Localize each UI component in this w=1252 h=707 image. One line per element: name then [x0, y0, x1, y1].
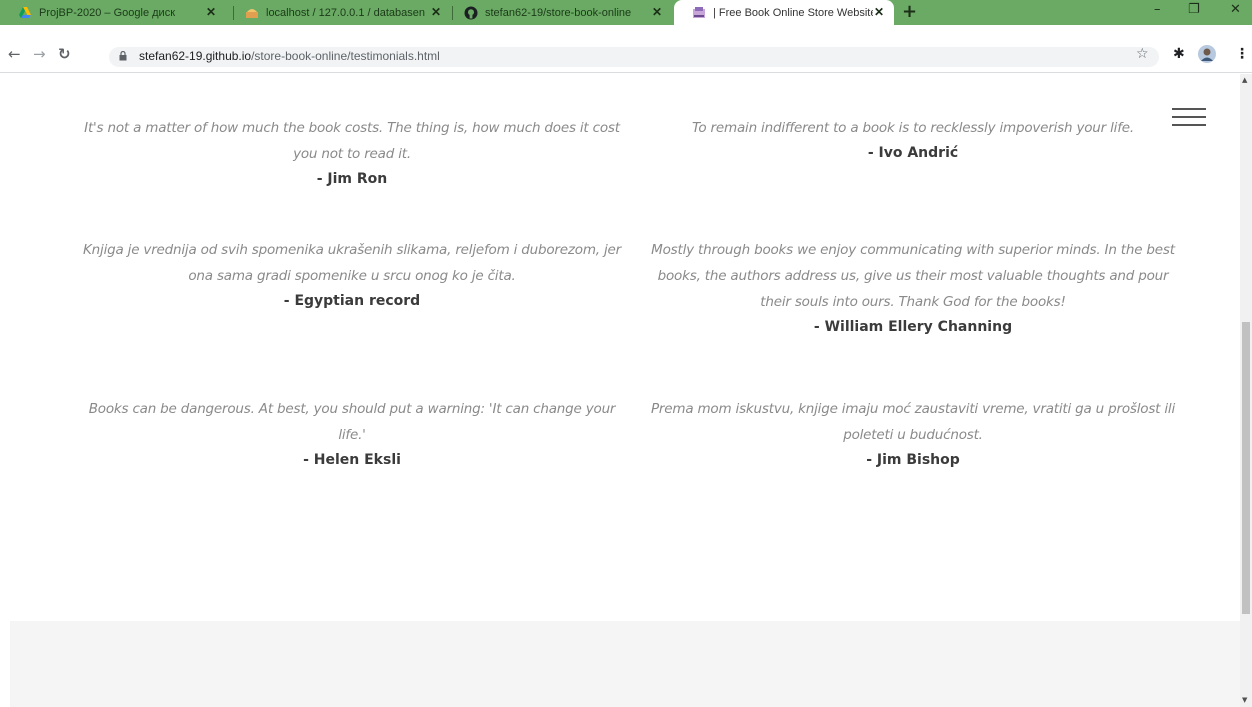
testimonial-author: - Egyptian record: [283, 293, 421, 309]
testimonial-author: - William Ellery Channing: [813, 319, 1013, 335]
scroll-up-arrow-icon[interactable]: ▲: [1242, 76, 1247, 84]
tab-title: ProjBP-2020 – Google диск: [39, 6, 176, 19]
tab-book-store-active[interactable]: | Free Book Online Store Website ✕: [674, 0, 894, 25]
github-icon: [464, 6, 478, 19]
testimonial-card: To remain indifferent to a book is to re…: [643, 115, 1183, 165]
tab-github[interactable]: stefan62-19/store-book-online ✕: [446, 0, 672, 25]
testimonial-card: It's not a matter of how much the book c…: [82, 115, 622, 191]
google-drive-icon: [19, 6, 31, 18]
testimonial-text: It's not a matter of how much the book c…: [84, 120, 620, 162]
testimonial-author: - Jim Ron: [316, 171, 388, 187]
phpmyadmin-icon: [246, 8, 258, 18]
tab-google-drive[interactable]: ProjBP-2020 – Google диск ✕: [0, 0, 226, 25]
testimonial-text: Mostly through books we enjoy communicat…: [651, 242, 1175, 310]
tab-close-icon[interactable]: ✕: [429, 5, 443, 19]
testimonial-text: Books can be dangerous. At best, you sho…: [88, 401, 616, 443]
maximize-button[interactable]: ❐: [1188, 2, 1200, 17]
reload-icon[interactable]: ↻: [58, 45, 71, 63]
testimonial-author: - Ivo Andrić: [867, 145, 959, 161]
testimonial-text: Prema mom iskustvu, knjige imaju moć zau…: [650, 401, 1176, 443]
bookmark-star-icon[interactable]: ☆: [1136, 46, 1149, 62]
url-path: /store-book-online/testimonials.html: [251, 49, 440, 63]
back-arrow-icon[interactable]: ←: [8, 45, 21, 63]
tab-title: stefan62-19/store-book-online: [485, 6, 632, 19]
scrollbar-thumb[interactable]: [1242, 322, 1250, 614]
scroll-down-arrow-icon[interactable]: ▼: [1242, 696, 1247, 704]
new-tab-button[interactable]: +: [902, 1, 917, 22]
extensions-puzzle-icon[interactable]: ✱: [1173, 46, 1185, 62]
testimonial-author: - Jim Bishop: [866, 452, 960, 468]
site-favicon-icon: [693, 6, 705, 18]
testimonial-card: Prema mom iskustvu, knjige imaju moć zau…: [643, 396, 1183, 472]
testimonial-text: To remain indifferent to a book is to re…: [692, 120, 1134, 136]
url-text[interactable]: stefan62-19.github.io/store-book-online/…: [139, 49, 440, 63]
close-window-button[interactable]: ✕: [1230, 2, 1241, 17]
page-footer: [10, 621, 1240, 707]
tab-phpmyadmin[interactable]: localhost / 127.0.0.1 / databasen ✕: [227, 0, 451, 25]
browser-tab-strip: ProjBP-2020 – Google диск ✕ localhost / …: [0, 0, 1252, 25]
minimize-button[interactable]: –: [1154, 2, 1161, 17]
forward-arrow-icon[interactable]: →: [33, 45, 46, 63]
lock-icon[interactable]: [119, 51, 127, 61]
testimonial-card: Mostly through books we enjoy communicat…: [643, 237, 1183, 339]
testimonial-author: - Helen Eksli: [303, 452, 401, 468]
testimonial-card: Knjiga je vrednija od svih spomenika ukr…: [82, 237, 622, 313]
profile-avatar[interactable]: [1198, 45, 1216, 63]
tab-close-icon[interactable]: ✕: [650, 5, 664, 19]
testimonial-card: Books can be dangerous. At best, you sho…: [82, 396, 622, 472]
testimonial-text: Knjiga je vrednija od svih spomenika ukr…: [83, 242, 621, 284]
tab-close-icon[interactable]: ✕: [872, 5, 886, 19]
tab-title: localhost / 127.0.0.1 / databasen: [266, 6, 426, 19]
tab-close-icon[interactable]: ✕: [204, 5, 218, 19]
tab-title: | Free Book Online Store Website: [713, 6, 873, 19]
url-host: stefan62-19.github.io: [139, 49, 252, 63]
browser-menu-icon[interactable]: ⋮: [1235, 46, 1249, 62]
